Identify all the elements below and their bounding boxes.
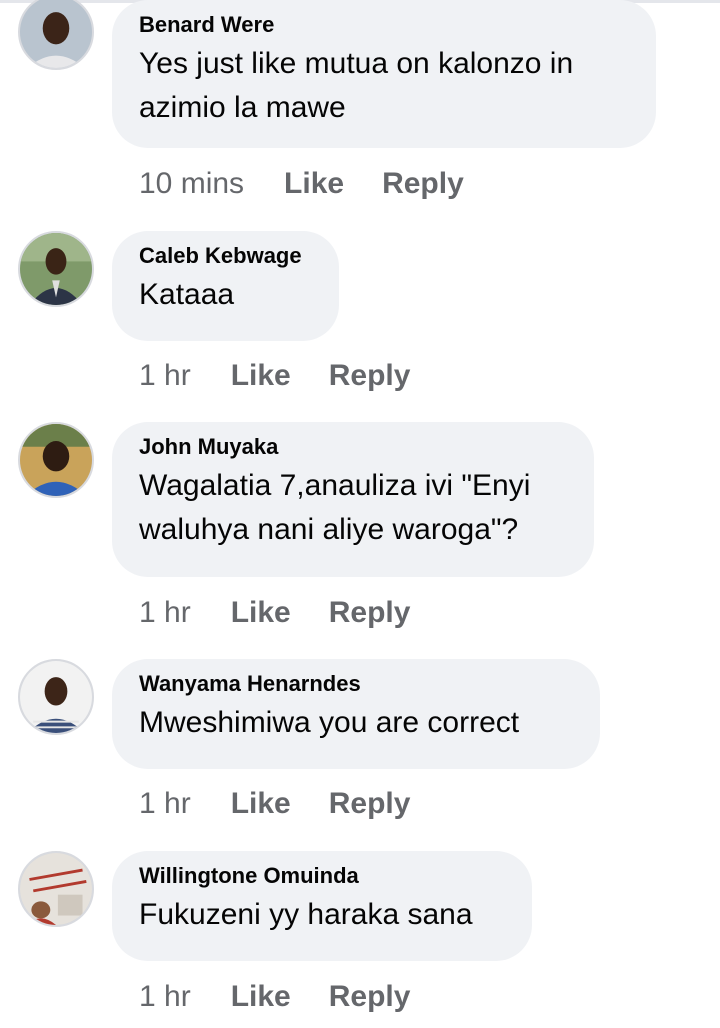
- comment-author[interactable]: Benard Were: [139, 12, 628, 38]
- avatar-photo: [20, 853, 92, 925]
- comment-author[interactable]: Caleb Kebwage: [139, 243, 311, 269]
- comment-time[interactable]: 1 hr: [139, 596, 191, 630]
- comment-actions: 10 mins Like Reply: [139, 164, 464, 204]
- comment-bubble: John Muyaka Wagalatia 7,anauliza ivi "En…: [112, 422, 594, 577]
- reply-button[interactable]: Reply: [329, 980, 411, 1014]
- comment-actions: 1 hr Like Reply: [139, 977, 410, 1017]
- comment-bubble: Willingtone Omuinda Fukuzeni yy haraka s…: [112, 851, 532, 961]
- reply-button[interactable]: Reply: [329, 359, 411, 393]
- comment-actions: 1 hr Like Reply: [139, 356, 410, 396]
- like-button[interactable]: Like: [231, 980, 291, 1014]
- avatar-photo: [20, 424, 92, 496]
- comment-bubble: Benard Were Yes just like mutua on kalon…: [112, 0, 656, 148]
- comment-time[interactable]: 1 hr: [139, 980, 191, 1014]
- like-button[interactable]: Like: [231, 359, 291, 393]
- like-button[interactable]: Like: [231, 787, 291, 821]
- comment-time[interactable]: 1 hr: [139, 359, 191, 393]
- comment-bubble: Caleb Kebwage Kataaa: [112, 231, 339, 341]
- comment-author[interactable]: John Muyaka: [139, 434, 566, 460]
- like-button[interactable]: Like: [231, 596, 291, 630]
- comment-author[interactable]: Wanyama Henarndes: [139, 671, 572, 697]
- avatar-photo: [20, 0, 92, 68]
- comment-author[interactable]: Willingtone Omuinda: [139, 863, 504, 889]
- avatar-photo: [20, 233, 92, 305]
- avatar[interactable]: [18, 0, 94, 70]
- comment-actions: 1 hr Like Reply: [139, 784, 410, 824]
- comment-time[interactable]: 1 hr: [139, 787, 191, 821]
- comment-text: Kataaa: [139, 278, 235, 311]
- comment-text: Yes just like mutua on kalonzo in azimio…: [139, 47, 574, 124]
- like-button[interactable]: Like: [284, 167, 344, 201]
- avatar-photo: [20, 661, 92, 733]
- comment-text: Fukuzeni yy haraka sana: [139, 898, 473, 931]
- reply-button[interactable]: Reply: [382, 167, 464, 201]
- comment-time[interactable]: 10 mins: [139, 167, 244, 201]
- comment-text: Wagalatia 7,anauliza ivi "Enyi waluhya n…: [139, 469, 531, 546]
- avatar[interactable]: [18, 231, 94, 307]
- comment-bubble: Wanyama Henarndes Mweshimiwa you are cor…: [112, 659, 600, 769]
- reply-button[interactable]: Reply: [329, 787, 411, 821]
- avatar[interactable]: [18, 659, 94, 735]
- avatar[interactable]: [18, 851, 94, 927]
- comment-text: Mweshimiwa you are correct: [139, 706, 520, 739]
- avatar[interactable]: [18, 422, 94, 498]
- reply-button[interactable]: Reply: [329, 596, 411, 630]
- comment-actions: 1 hr Like Reply: [139, 593, 410, 633]
